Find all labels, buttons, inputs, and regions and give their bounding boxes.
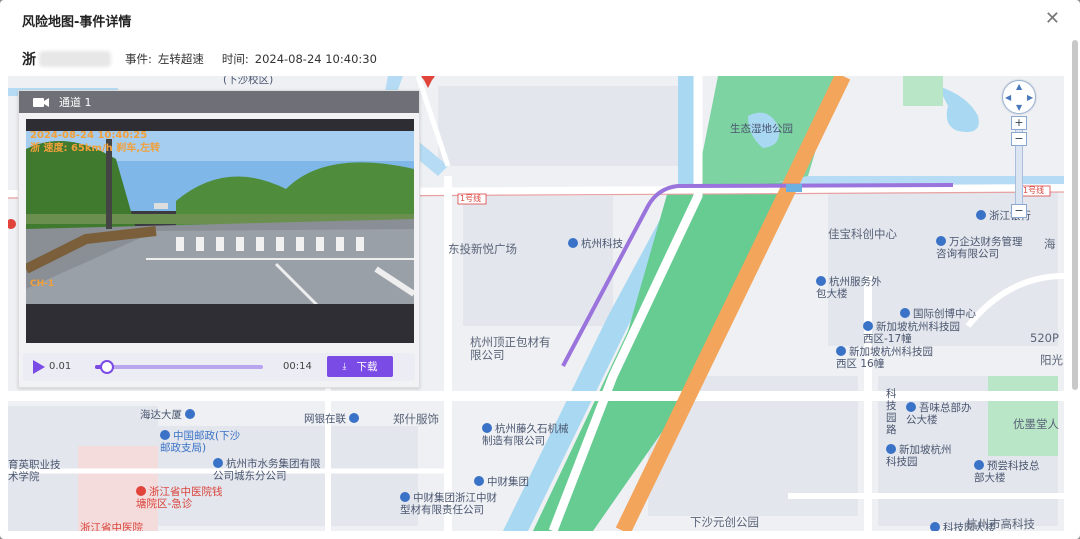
event-label: 事件: <box>125 52 152 66</box>
poi-label: 科技园路 <box>886 388 897 436</box>
location-pin-icon <box>836 346 846 356</box>
poi-label: 浙江省中医院 <box>80 522 143 531</box>
map-navigation-control: ▲ ▼ ◀ ▶ + − − <box>1002 80 1036 220</box>
poi-label: 杭州服务外包大楼 <box>816 276 882 300</box>
poi-label: 阳光 <box>1040 353 1063 367</box>
zoom-out-button-upper[interactable]: − <box>1011 132 1027 146</box>
poi-label: 新加坡杭州科技园西区 16幢 <box>836 346 933 370</box>
current-time: 0.01 <box>49 361 72 372</box>
osd-channel: CH-1 <box>30 279 55 289</box>
event-detail-dialog: 风险地图-事件详情 ✕ 浙 事件: 左转超速 时间: 2024-08-24 10… <box>0 0 1080 539</box>
poi-label: 万企达财务管理咨询有限公司 <box>936 236 1023 260</box>
plate-prefix: 浙 <box>22 52 36 68</box>
poi-label: (下沙校区) <box>223 76 274 86</box>
poi-label: 浙江省中医院钱塘院区-急诊 <box>136 486 223 510</box>
poi-label: 育英职业技术学院 <box>8 459 61 483</box>
poi-label: 1号线 <box>460 194 482 203</box>
location-pin-icon <box>568 238 578 248</box>
video-frame[interactable]: 2024-08-24 10:40:25 浙 速度: 65km/h 刹车,左转 C… <box>26 119 414 343</box>
plate-number-redacted <box>39 51 111 67</box>
poi-label: 中财集团 <box>474 474 529 489</box>
progress-slider[interactable] <box>95 360 263 374</box>
hospital-icon <box>136 486 146 496</box>
video-player-panel: 通道 1 2024-08-24 10:40:25 浙 速度: 65km/h 刹车… <box>18 90 420 388</box>
location-pin-icon <box>185 409 195 419</box>
location-pin-icon <box>863 321 873 331</box>
event-value: 左转超速 <box>157 52 204 66</box>
player-header: 通道 1 <box>19 91 419 113</box>
download-icon: ⤓ <box>342 361 347 372</box>
location-pin-icon <box>482 423 492 433</box>
poi-label: 预尝科技总部大楼 <box>974 460 1040 484</box>
poi-label: 海 <box>1044 237 1056 251</box>
location-pin-icon <box>906 402 916 412</box>
location-pin-icon <box>930 522 940 531</box>
poi-label: 吾味总部办公大楼 <box>906 402 972 426</box>
location-pin-icon <box>213 458 223 468</box>
channel-label: 通道 1 <box>59 96 92 109</box>
location-pin-icon <box>400 492 410 502</box>
pan-control[interactable]: ▲ ▼ ◀ ▶ <box>1002 80 1036 114</box>
total-time: 00:14 <box>283 361 312 372</box>
location-pin-icon <box>974 460 984 470</box>
pan-down-icon[interactable]: ▼ <box>1016 104 1022 112</box>
download-label: 下载 <box>356 361 378 373</box>
location-pin-icon <box>936 236 946 246</box>
video-camera-icon <box>33 97 49 108</box>
location-pin-icon <box>976 210 986 220</box>
poi-label: 中国邮政(下沙邮政支局) <box>160 430 241 454</box>
poi-label: 郑什服饰 <box>393 412 439 426</box>
dialog-scrollbar[interactable] <box>1072 40 1078 390</box>
post-office-icon <box>160 430 170 440</box>
location-pin-icon <box>886 444 896 454</box>
poi-label: 新加坡杭州科技园西区-17幢 <box>863 321 960 345</box>
osd-timestamp: 2024-08-24 10:40:25 <box>30 130 148 141</box>
play-icon[interactable] <box>33 360 45 374</box>
time-value: 2024-08-24 10:40:30 <box>254 52 377 66</box>
pan-right-icon[interactable]: ▶ <box>1027 94 1033 102</box>
location-pin-icon <box>474 476 484 486</box>
video-osd: 2024-08-24 10:40:25 浙 速度: 65km/h 刹车,左转 <box>30 129 160 155</box>
poi-label: 杭州科技 <box>568 236 623 251</box>
poi-label: 中财集团浙江中财型材有限责任公司 <box>400 492 497 516</box>
dialog-title: 风险地图-事件详情 <box>22 15 132 30</box>
poi-label: 杭州顶正包材有限公司 <box>470 335 551 362</box>
pan-left-icon[interactable]: ◀ <box>1005 94 1011 102</box>
zoom-handle[interactable]: − <box>1011 204 1027 218</box>
pan-up-icon[interactable]: ▲ <box>1016 83 1022 91</box>
poi-label: 国际创博中心 <box>900 306 976 321</box>
download-button[interactable]: ⤓ 下载 <box>327 356 393 377</box>
time-label: 时间: <box>221 52 249 66</box>
poi-label: 东投新悦广场 <box>448 242 517 256</box>
location-pin-icon <box>900 308 910 318</box>
poi-label: 佳宝科创中心 <box>828 227 897 241</box>
poi-label: 520P <box>1030 331 1059 345</box>
poi-label: 新加坡杭州科技园 <box>886 444 952 468</box>
poi-label: 杭州市高科技 <box>966 517 1035 531</box>
location-pin-icon <box>816 276 826 286</box>
poi-label: 网银在联 <box>304 411 362 426</box>
playback-controls: 0.01 00:14 ⤓ 下载 <box>23 353 415 381</box>
zoom-in-button[interactable]: + <box>1011 116 1027 130</box>
poi-label: 海达大厦 <box>140 407 198 422</box>
poi-label: 下沙元创公园 <box>690 515 759 529</box>
close-icon[interactable]: ✕ <box>1045 9 1060 29</box>
event-info-bar: 浙 事件: 左转超速 时间: 2024-08-24 10:40:30 <box>22 48 395 70</box>
poi-label: 杭州藤久石机械制造有限公司 <box>482 423 569 447</box>
dialog-header: 风险地图-事件详情 ✕ <box>0 0 1080 40</box>
location-pin-icon <box>349 413 359 423</box>
poi-label: 优墨堂人 <box>1013 417 1059 431</box>
poi-label: 生态湿地公园 <box>730 123 793 135</box>
osd-info: 浙 速度: 65km/h 刹车,左转 <box>30 143 161 154</box>
progress-handle[interactable] <box>99 360 114 374</box>
poi-label: 杭州市水务集团有限公司城东分公司 <box>213 458 321 482</box>
